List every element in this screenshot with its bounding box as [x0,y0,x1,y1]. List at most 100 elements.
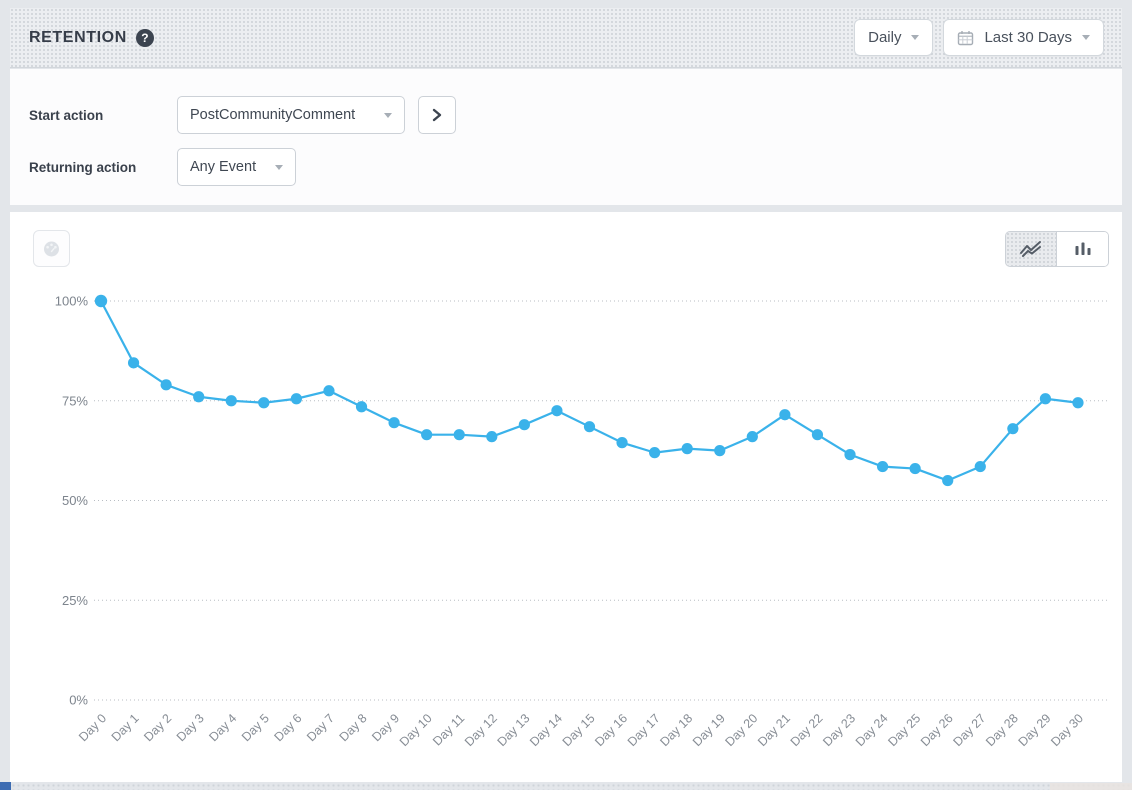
retention-line [101,301,1078,481]
y-axis-tick: 50% [62,493,88,508]
chevron-down-icon [911,35,919,40]
chevron-right-icon [431,108,443,122]
data-point[interactable] [975,461,986,472]
calendar-icon [957,30,974,46]
data-point[interactable] [291,393,302,404]
chart-view-toggle [1005,231,1109,267]
x-axis-tick: Day 19 [690,711,728,749]
x-axis-tick: Day 23 [820,711,858,749]
data-point[interactable] [454,429,465,440]
page-bottom-strip-corner [1050,783,1132,790]
data-point[interactable] [910,463,921,474]
data-point[interactable] [1040,393,1051,404]
data-point[interactable] [1007,423,1018,434]
x-axis-tick: Day 14 [527,711,565,749]
x-axis-tick: Day 8 [337,711,370,744]
data-point[interactable] [551,405,562,416]
x-axis-tick: Day 12 [462,711,500,749]
report-header: RETENTION ? Daily Last 30 Days [10,8,1122,68]
x-axis-tick: Day 21 [755,711,793,749]
data-point[interactable] [1072,397,1083,408]
data-point[interactable] [128,357,139,368]
data-point[interactable] [812,429,823,440]
x-axis-tick: Day 25 [885,711,923,749]
x-axis-tick: Day 22 [788,711,826,749]
x-axis-tick: Day 28 [983,711,1021,749]
data-point[interactable] [779,409,790,420]
bottom-left-accent [0,782,11,790]
date-range-dropdown[interactable]: Last 30 Days [943,19,1104,56]
data-point[interactable] [421,429,432,440]
date-range-value: Last 30 Days [984,29,1072,46]
returning-action-value: Any Event [190,159,256,175]
data-point[interactable] [844,449,855,460]
chevron-down-icon [275,165,283,170]
data-point[interactable] [226,395,237,406]
x-axis-tick: Day 24 [853,711,891,749]
x-axis-tick: Day 29 [1016,711,1054,749]
data-point[interactable] [649,447,660,458]
data-point[interactable] [747,431,758,442]
x-axis-tick: Day 18 [657,711,695,749]
data-point[interactable] [714,445,725,456]
x-axis-tick: Day 17 [625,711,663,749]
bar-chart-icon [1073,241,1093,257]
x-axis-tick: Day 30 [1048,711,1086,749]
x-axis-tick: Day 0 [76,711,109,744]
chevron-down-icon [1082,35,1090,40]
retention-line-chart[interactable]: 100% 75% 50% 25% 0% Day 0Day 1Day 2Day 3Day 4… [10,272,1122,782]
expand-start-action-button[interactable] [418,96,456,134]
x-axis-tick: Day 13 [495,711,533,749]
x-axis-tick: Day 27 [950,711,988,749]
x-axis-tick: Day 1 [109,711,142,744]
returning-action-label: Returning action [29,160,174,175]
data-point[interactable] [161,379,172,390]
x-axis-tick: Day 11 [430,711,467,748]
x-axis-tick: Day 6 [272,711,305,744]
data-point[interactable] [682,443,693,454]
x-axis-tick: Day 3 [174,711,207,744]
data-point[interactable] [356,401,367,412]
retention-controls: Start action PostCommunityComment Return… [10,69,1122,205]
x-axis-tick: Day 15 [560,711,598,749]
granularity-dropdown[interactable]: Daily [854,19,933,56]
x-axis-tick: Day 5 [239,711,272,744]
granularity-value: Daily [868,29,901,46]
y-axis-tick: 75% [62,393,88,408]
data-point[interactable] [193,391,204,402]
data-point[interactable] [323,385,334,396]
page-title: RETENTION [29,29,127,47]
bar-view-button[interactable] [1057,232,1108,266]
data-point[interactable] [95,295,107,307]
start-action-select[interactable]: PostCommunityComment [177,96,405,134]
gauge-button[interactable] [33,230,70,267]
y-axis-tick: 25% [62,593,88,608]
line-view-button[interactable] [1006,232,1057,266]
data-point[interactable] [388,417,399,428]
gauge-icon [42,240,61,258]
data-point[interactable] [519,419,530,430]
data-point[interactable] [942,475,953,486]
data-point[interactable] [258,397,269,408]
data-point[interactable] [877,461,888,472]
x-axis-tick: Day 20 [723,711,761,749]
data-point[interactable] [584,421,595,432]
x-axis-tick: Day 2 [141,711,174,744]
line-chart-icon [1019,240,1043,258]
page-bottom-strip [11,783,1132,790]
x-axis-tick: Day 10 [397,711,435,749]
x-axis-tick: Day 16 [592,711,630,749]
x-axis-tick: Day 4 [206,711,239,744]
y-axis-tick: 100% [55,294,89,309]
x-axis-tick: Day 26 [918,711,956,749]
retention-chart-panel: 100% 75% 50% 25% 0% Day 0Day 1Day 2Day 3Day 4… [10,212,1122,782]
help-icon[interactable]: ? [136,29,154,47]
returning-action-select[interactable]: Any Event [177,148,296,186]
x-axis-tick: Day 7 [304,711,337,744]
y-axis-tick: 0% [69,693,88,708]
start-action-label: Start action [29,108,174,123]
start-action-value: PostCommunityComment [190,107,355,123]
data-point[interactable] [486,431,497,442]
chevron-down-icon [384,113,392,118]
data-point[interactable] [616,437,627,448]
